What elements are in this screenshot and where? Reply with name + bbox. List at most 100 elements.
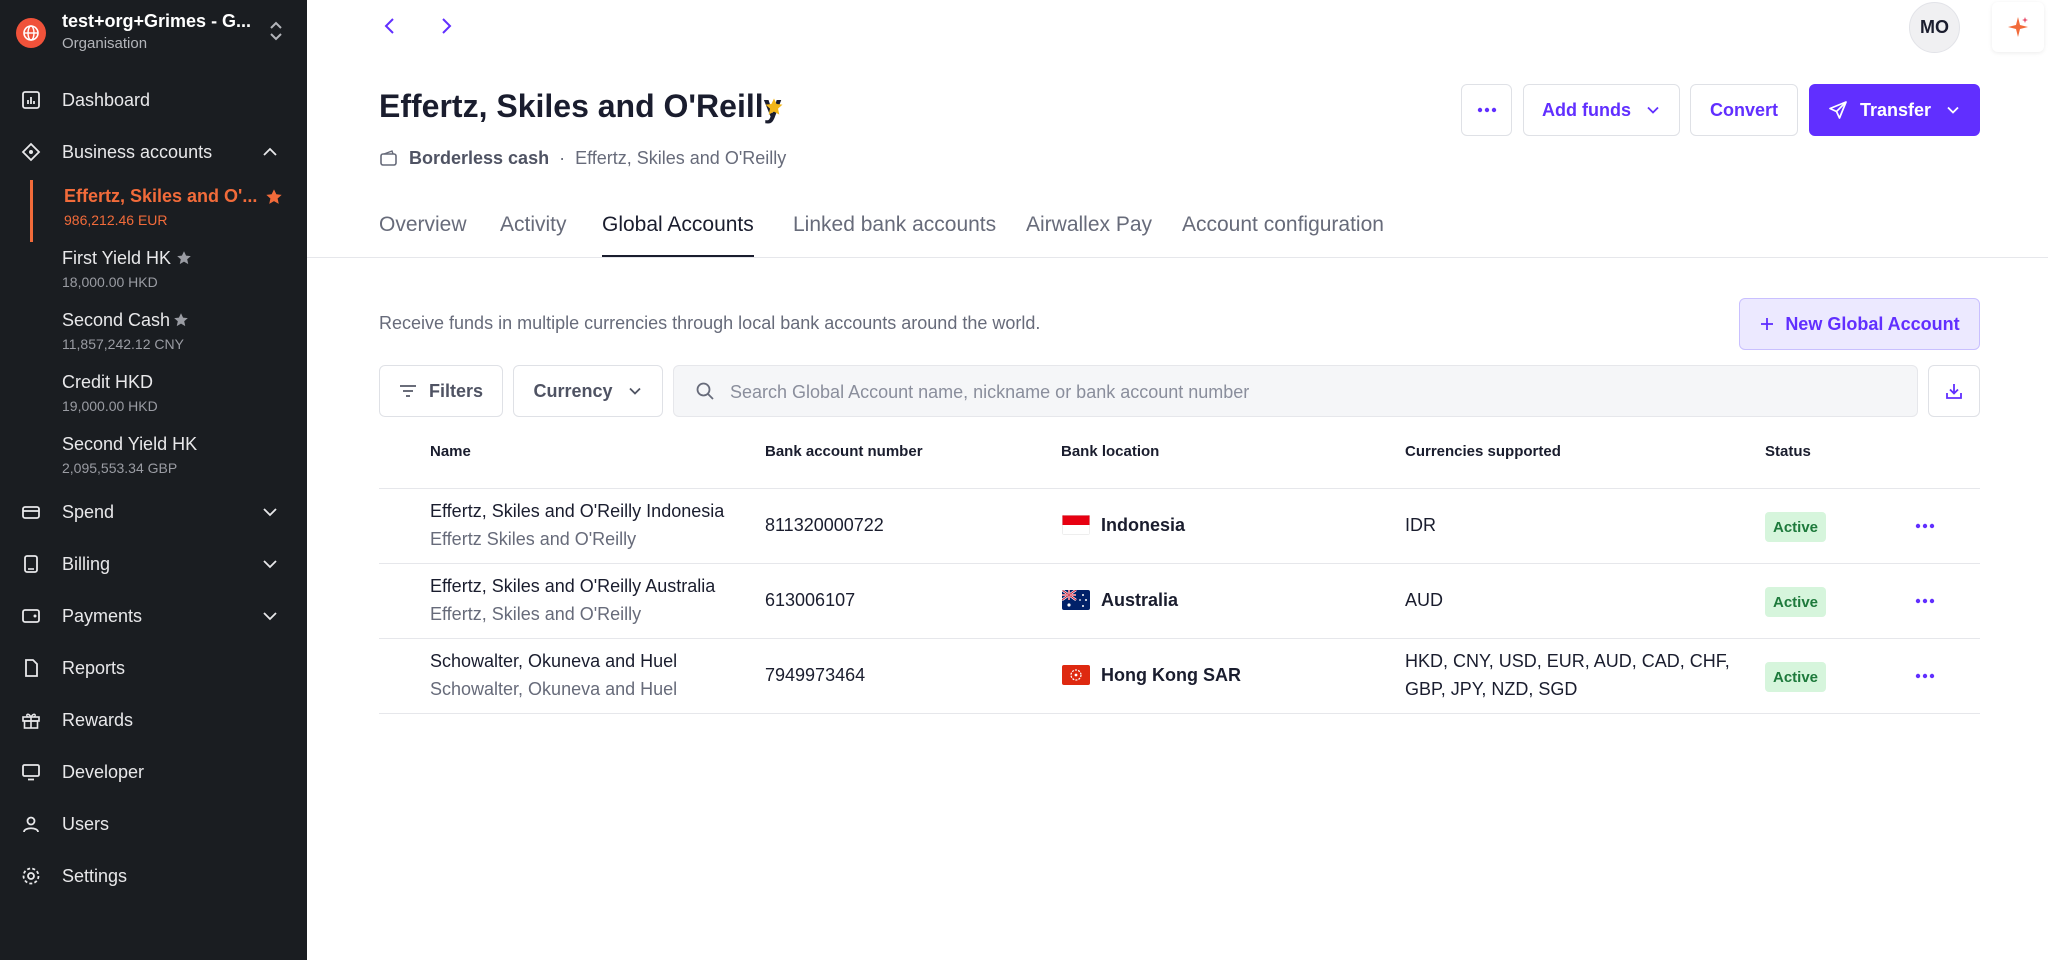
search-input[interactable] xyxy=(730,378,1890,406)
account-name: Second Cash xyxy=(62,310,171,330)
transfer-label: Transfer xyxy=(1859,99,1932,120)
tab-linked-bank-accounts[interactable]: Linked bank accounts xyxy=(793,206,996,258)
more-actions-button[interactable] xyxy=(1461,84,1512,136)
new-global-account-button[interactable]: New Global Account xyxy=(1739,298,1980,350)
download-button[interactable] xyxy=(1928,365,1980,417)
avatar[interactable]: MO xyxy=(1909,2,1960,53)
column-header-status: Status xyxy=(1765,443,1811,460)
sidebar-account-first-yield[interactable]: First Yield HK 18,000.00 HKD xyxy=(31,242,307,304)
nav-business-accounts[interactable]: Business accounts xyxy=(0,130,307,174)
filter-icon xyxy=(399,385,416,397)
more-horizontal-icon xyxy=(1915,598,1935,604)
ga-currencies: AUD xyxy=(1405,590,1444,610)
sidebar-account-effertz[interactable]: Effertz, Skiles and O'... 986,212.46 EUR xyxy=(30,180,306,242)
favorite-star-icon[interactable] xyxy=(764,97,784,122)
tab-account-configuration[interactable]: Account configuration xyxy=(1182,206,1384,258)
back-button[interactable] xyxy=(380,14,400,43)
ga-name: Effertz, Skiles and O'Reilly Australia xyxy=(430,576,716,596)
ga-currencies: HKD, CNY, USD, EUR, AUD, CAD, CHF, xyxy=(1405,651,1730,671)
star-icon xyxy=(176,250,192,271)
column-header-account-number: Bank account number xyxy=(765,443,923,460)
account-name: Effertz, Skiles and O'Reilly xyxy=(575,148,787,168)
account-type: Borderless cash xyxy=(409,148,550,168)
chevron-up-icon xyxy=(261,143,279,166)
chevron-up-down-icon xyxy=(266,20,286,47)
account-name: First Yield HK xyxy=(62,248,172,268)
tab-activity[interactable]: Activity xyxy=(500,206,567,258)
download-icon xyxy=(1946,384,1962,399)
nav-billing[interactable]: Billing xyxy=(0,542,307,586)
monitor-icon xyxy=(21,762,41,782)
sidebar: test+org+Grimes - G... Organisation Dash… xyxy=(0,0,307,960)
nav-users[interactable]: Users xyxy=(0,802,307,846)
filters-button[interactable]: Filters xyxy=(379,365,503,417)
table-row[interactable]: Effertz, Skiles and O'Reilly Indonesia E… xyxy=(379,489,1980,563)
ga-location: Hong Kong SAR xyxy=(1101,665,1241,685)
account-balance: 11,857,242.12 CNY xyxy=(62,336,184,352)
org-subtitle: Organisation xyxy=(62,35,148,52)
org-switcher[interactable]: test+org+Grimes - G... Organisation xyxy=(0,0,307,62)
nav-reports[interactable]: Reports xyxy=(0,646,307,690)
nav-spend[interactable]: Spend xyxy=(0,490,307,534)
ga-currencies: GBP, JPY, NZD, SGD xyxy=(1405,679,1578,699)
table-row[interactable]: Effertz, Skiles and O'Reilly Australia E… xyxy=(379,564,1980,638)
ai-assistant-button[interactable] xyxy=(1992,2,2044,52)
add-funds-label: Add funds xyxy=(1542,99,1631,120)
ga-currencies: IDR xyxy=(1405,515,1436,535)
currency-dropdown[interactable]: Currency xyxy=(513,365,663,417)
chevron-down-icon xyxy=(1647,106,1659,114)
sparkle-icon xyxy=(2008,17,2028,37)
convert-label: Convert xyxy=(1709,99,1778,120)
table-row[interactable]: Schowalter, Okuneva and Huel Schowalter,… xyxy=(379,639,1980,713)
column-header-name: Name xyxy=(430,443,471,460)
nav-settings[interactable]: Settings xyxy=(0,854,307,898)
nav-label: Billing xyxy=(62,553,111,574)
account-balance: 986,212.46 EUR xyxy=(64,212,168,228)
sidebar-account-second-yield[interactable]: Second Yield HK 2,095,553.34 GBP xyxy=(31,428,307,490)
global-accounts-description: Receive funds in multiple currencies thr… xyxy=(379,313,1041,333)
dashboard-icon xyxy=(21,90,41,110)
nav-rewards[interactable]: Rewards xyxy=(0,698,307,742)
sidebar-account-second-cash[interactable]: Second Cash 11,857,242.12 CNY xyxy=(31,304,307,366)
tab-overview[interactable]: Overview xyxy=(379,206,467,258)
tab-global-accounts[interactable]: Global Accounts xyxy=(602,206,754,258)
tab-airwallex-pay[interactable]: Airwallex Pay xyxy=(1026,206,1152,258)
ga-account-number: 613006107 xyxy=(765,590,856,610)
nav-developer[interactable]: Developer xyxy=(0,750,307,794)
transfer-button[interactable]: Transfer xyxy=(1809,84,1980,136)
forward-button[interactable] xyxy=(436,14,456,43)
ga-name: Schowalter, Okuneva and Huel xyxy=(430,651,678,671)
add-funds-button[interactable]: Add funds xyxy=(1523,84,1680,136)
account-name: Second Yield HK xyxy=(62,434,198,454)
row-more-button[interactable] xyxy=(1910,586,1940,616)
star-icon xyxy=(173,312,189,333)
account-subline: Borderless cash · Effertz, Skiles and O'… xyxy=(379,148,786,169)
ga-location: Australia xyxy=(1101,590,1179,610)
nav-dashboard[interactable]: Dashboard xyxy=(0,78,307,122)
account-balance: 2,095,553.34 GBP xyxy=(62,460,178,476)
column-header-currencies: Currencies supported xyxy=(1405,443,1561,460)
plus-icon xyxy=(1761,318,1774,330)
divider xyxy=(307,257,2048,258)
row-more-button[interactable] xyxy=(1910,511,1940,541)
gift-icon xyxy=(21,710,41,730)
account-balance: 18,000.00 HKD xyxy=(62,274,158,290)
more-horizontal-icon xyxy=(1915,673,1935,679)
nav-label: Spend xyxy=(62,501,115,522)
page-title: Effertz, Skiles and O'Reilly xyxy=(379,88,782,124)
indonesia-flag-icon xyxy=(1062,515,1090,535)
sidebar-account-credit-hkd[interactable]: Credit HKD 19,000.00 HKD xyxy=(31,366,307,428)
chevron-down-icon xyxy=(261,607,279,630)
chevron-down-icon xyxy=(628,387,641,395)
currency-label: Currency xyxy=(533,380,613,401)
ga-nickname: Effertz Skiles and O'Reilly xyxy=(430,529,637,549)
ga-account-number: 811320000722 xyxy=(765,515,884,535)
user-icon xyxy=(21,814,41,834)
convert-button[interactable]: Convert xyxy=(1690,84,1798,136)
row-more-button[interactable] xyxy=(1910,661,1940,691)
chevron-right-icon xyxy=(442,18,452,34)
ga-location: Indonesia xyxy=(1101,515,1186,535)
nav-payments[interactable]: Payments xyxy=(0,594,307,638)
nav-label: Payments xyxy=(62,605,143,626)
more-horizontal-icon xyxy=(1477,107,1496,113)
